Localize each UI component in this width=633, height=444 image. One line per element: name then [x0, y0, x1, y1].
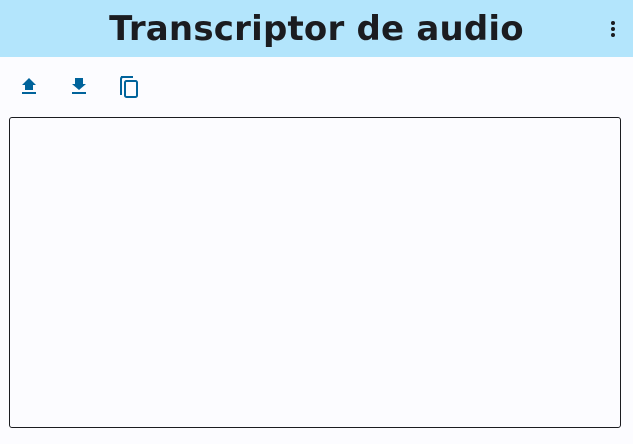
copy-button[interactable] [104, 66, 154, 108]
app-bar: Transcriptor de audio [0, 0, 633, 57]
more-vert-icon [611, 21, 615, 37]
copy-icon [120, 76, 138, 98]
app-window: Transcriptor de audio [0, 0, 633, 444]
upload-icon [22, 78, 36, 94]
upload-button[interactable] [4, 66, 54, 108]
toolbar [4, 66, 154, 108]
transcript-textarea[interactable] [9, 117, 621, 428]
download-icon [72, 78, 86, 94]
app-title: Transcriptor de audio [109, 9, 524, 49]
download-button[interactable] [54, 66, 104, 108]
more-options-button[interactable] [599, 14, 627, 44]
